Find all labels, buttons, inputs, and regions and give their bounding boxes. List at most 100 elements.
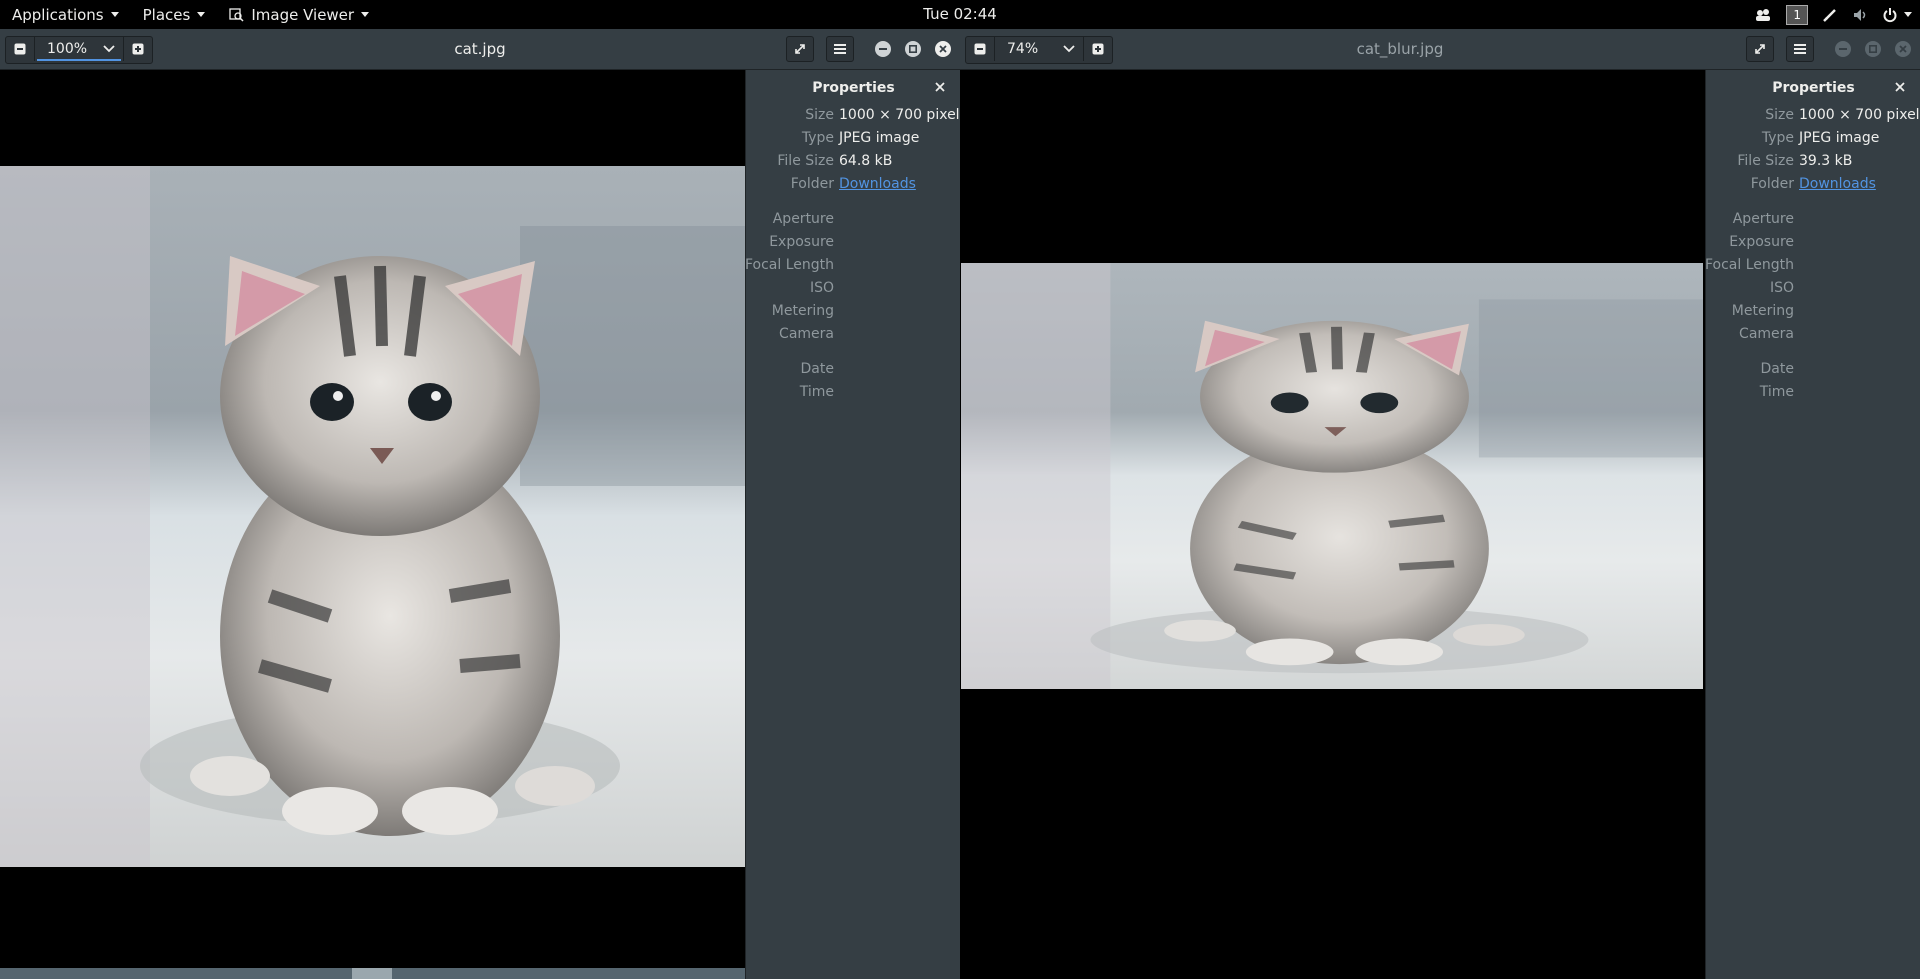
users-icon[interactable] xyxy=(1754,8,1772,22)
chevron-down-icon[interactable] xyxy=(103,45,115,53)
property-key: Camera xyxy=(1739,326,1794,342)
zoom-out-button[interactable] xyxy=(6,37,34,61)
minus-icon xyxy=(14,43,26,55)
menu-button[interactable] xyxy=(826,36,854,62)
maximize-icon xyxy=(909,45,917,53)
properties-title: Properties xyxy=(1772,80,1855,96)
pen-icon[interactable] xyxy=(1822,7,1838,23)
image-viewer-window: 100% cat.jpg Properties Size 1000 × 700 … xyxy=(0,29,960,979)
close-icon xyxy=(939,45,947,53)
close-button[interactable] xyxy=(1895,41,1911,57)
workspace-indicator[interactable]: 1 xyxy=(1786,4,1808,25)
close-icon[interactable] xyxy=(1894,81,1906,93)
property-key: Date xyxy=(800,361,834,377)
app-menu[interactable]: Image Viewer xyxy=(217,0,381,29)
image-canvas[interactable] xyxy=(0,70,745,979)
property-row-type: Type JPEG image xyxy=(746,130,960,150)
property-row-focal-length: Focal Length xyxy=(744,257,960,277)
minimize-button[interactable] xyxy=(1835,41,1851,57)
horizontal-scrollbar[interactable] xyxy=(0,968,745,979)
property-key: Exposure xyxy=(1729,234,1794,250)
fullscreen-button[interactable] xyxy=(786,36,814,62)
property-row-metering: Metering xyxy=(746,303,960,323)
scrollbar-thumb[interactable] xyxy=(352,968,392,979)
property-row-aperture: Aperture xyxy=(746,211,960,231)
property-key: Focal Length xyxy=(1704,257,1794,273)
property-key: Folder xyxy=(790,176,834,192)
places-label: Places xyxy=(142,5,191,24)
property-key: Focal Length xyxy=(744,257,834,273)
header-bar: 100% cat.jpg xyxy=(0,29,960,70)
property-row-time: Time xyxy=(1706,384,1920,404)
fullscreen-button[interactable] xyxy=(1746,36,1774,62)
property-row-size: Size 1000 × 700 pixels xyxy=(746,107,960,127)
menu-button[interactable] xyxy=(1786,36,1814,62)
image-viewer-window: 74% cat_blur.jpg Properties Size 1000 × … xyxy=(960,29,1920,979)
maximize-icon xyxy=(1869,45,1877,53)
close-icon[interactable] xyxy=(934,81,946,93)
minimize-button[interactable] xyxy=(875,41,891,57)
property-key: Time xyxy=(799,384,834,400)
kitten-photo xyxy=(0,166,745,867)
chevron-down-icon[interactable] xyxy=(1063,45,1075,53)
property-key: Aperture xyxy=(1732,211,1794,227)
property-value: JPEG image xyxy=(1799,130,1880,146)
folder-link[interactable]: Downloads xyxy=(839,176,916,192)
caret-down-icon xyxy=(110,12,119,17)
system-tray: 1 xyxy=(1754,0,1912,29)
maximize-button[interactable] xyxy=(905,41,921,57)
property-key: Folder xyxy=(1750,176,1794,192)
places-menu[interactable]: Places xyxy=(131,0,218,29)
property-key: Type xyxy=(801,130,834,146)
zoom-value: 74% xyxy=(1007,41,1039,57)
image-canvas[interactable] xyxy=(960,70,1705,979)
property-key: Metering xyxy=(1731,303,1794,319)
zoom-out-button[interactable] xyxy=(966,37,994,61)
property-key: Exposure xyxy=(769,234,834,250)
property-key: Date xyxy=(1760,361,1794,377)
applications-label: Applications xyxy=(12,5,104,24)
caret-down-icon[interactable] xyxy=(1904,12,1912,17)
property-row-exposure: Exposure xyxy=(746,234,960,254)
property-row-date: Date xyxy=(746,361,960,381)
header-bar: 74% cat_blur.jpg xyxy=(960,29,1920,70)
fullscreen-icon xyxy=(1755,44,1765,54)
property-row-folder: Folder Downloads xyxy=(1706,176,1920,196)
zoom-value: 100% xyxy=(47,41,88,57)
property-row-time: Time xyxy=(746,384,960,404)
property-value: 1000 × 700 pixels xyxy=(1799,107,1920,123)
property-row-camera: Camera xyxy=(1706,326,1920,346)
property-row-file-size: File Size 64.8 kB xyxy=(746,153,960,173)
caret-down-icon xyxy=(361,12,370,17)
window-title: cat_blur.jpg xyxy=(1356,40,1444,58)
top-bar: Applications Places Image Viewer Tue 02:… xyxy=(0,0,1920,29)
property-key: File Size xyxy=(1737,153,1794,169)
app-menu-label: Image Viewer xyxy=(251,5,355,24)
property-row-camera: Camera xyxy=(746,326,960,346)
property-row-folder: Folder Downloads xyxy=(746,176,960,196)
applications-menu[interactable]: Applications xyxy=(0,0,131,29)
property-row-date: Date xyxy=(1706,361,1920,381)
property-key: Type xyxy=(1761,130,1794,146)
zoom-entry[interactable]: 74% xyxy=(994,37,1084,61)
property-key: Aperture xyxy=(772,211,834,227)
volume-icon[interactable] xyxy=(1852,7,1868,23)
property-row-exposure: Exposure xyxy=(1706,234,1920,254)
close-button[interactable] xyxy=(935,41,951,57)
property-key: File Size xyxy=(777,153,834,169)
maximize-button[interactable] xyxy=(1865,41,1881,57)
property-key: Metering xyxy=(771,303,834,319)
zoom-entry[interactable]: 100% xyxy=(34,37,124,61)
folder-link[interactable]: Downloads xyxy=(1799,176,1876,192)
property-row-file-size: File Size 39.3 kB xyxy=(1706,153,1920,173)
minimize-icon xyxy=(1839,48,1847,50)
property-value: 39.3 kB xyxy=(1799,153,1853,169)
property-value: JPEG image xyxy=(839,130,920,146)
property-row-focal-length: Focal Length xyxy=(1704,257,1920,277)
power-icon[interactable] xyxy=(1882,7,1898,23)
property-row-metering: Metering xyxy=(1706,303,1920,323)
property-row-aperture: Aperture xyxy=(1706,211,1920,231)
property-value: 1000 × 700 pixels xyxy=(839,107,960,123)
hamburger-icon xyxy=(834,44,846,54)
properties-title: Properties xyxy=(812,80,895,96)
